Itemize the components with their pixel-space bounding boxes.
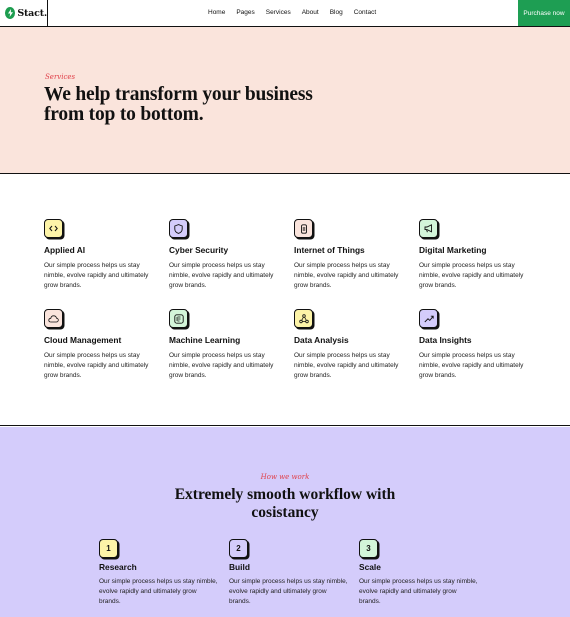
brand-name: Stact. (17, 7, 47, 19)
megaphone-icon (419, 219, 438, 238)
services-section: Applied AI Our simple process helps us s… (0, 175, 570, 426)
service-title: Cyber Security (169, 245, 229, 255)
service-card-iot[interactable]: Internet of Things Our simple process he… (294, 219, 404, 291)
nav-contact[interactable]: Contact (354, 9, 376, 16)
service-card-applied-ai[interactable]: Applied AI Our simple process helps us s… (44, 219, 154, 291)
service-card-digital-marketing[interactable]: Digital Marketing Our simple process hel… (419, 219, 529, 291)
service-card-data-analysis[interactable]: Data Analysis Our simple process helps u… (294, 309, 404, 381)
service-card-machine-learning[interactable]: Machine Learning Our simple process help… (169, 309, 279, 381)
service-desc: Our simple process helps us stay nimble,… (294, 352, 399, 379)
machine-icon (169, 309, 188, 328)
nav-blog[interactable]: Blog (330, 9, 343, 16)
step-card-build: 2 Build Our simple process helps us stay… (229, 539, 349, 607)
step-number: 2 (229, 539, 248, 558)
step-card-research: 1 Research Our simple process helps us s… (99, 539, 219, 607)
service-title: Cloud Management (44, 335, 122, 345)
service-title: Digital Marketing (419, 245, 487, 255)
service-desc: Our simple process helps us stay nimble,… (44, 352, 149, 379)
nav-home[interactable]: Home (208, 9, 225, 16)
service-title: Data Insights (419, 335, 472, 345)
hero-section: Services We help transform your business… (0, 27, 570, 174)
code-icon (44, 219, 63, 238)
shield-icon (169, 219, 188, 238)
nodes-icon (294, 309, 313, 328)
step-desc: Our simple process helps us stay nimble,… (229, 578, 348, 605)
nav-about[interactable]: About (302, 9, 319, 16)
service-card-data-insights[interactable]: Data Insights Our simple process helps u… (419, 309, 529, 381)
workflow-section: How we work Extremely smooth workflow wi… (0, 427, 570, 617)
service-title: Data Analysis (294, 335, 349, 345)
service-desc: Our simple process helps us stay nimble,… (44, 262, 149, 289)
service-title: Machine Learning (169, 335, 241, 345)
trend-icon (419, 309, 438, 328)
step-desc: Our simple process helps us stay nimble,… (359, 578, 478, 605)
top-navbar: Stact. Home Pages Services About Blog Co… (0, 0, 570, 27)
brand-logo[interactable]: Stact. (0, 0, 48, 26)
step-number: 3 (359, 539, 378, 558)
step-desc: Our simple process helps us stay nimble,… (99, 578, 218, 605)
service-title: Applied AI (44, 245, 86, 255)
service-card-cyber-security[interactable]: Cyber Security Our simple process helps … (169, 219, 279, 291)
workflow-eyebrow: How we work (260, 473, 310, 481)
device-icon (294, 219, 313, 238)
service-desc: Our simple process helps us stay nimble,… (419, 352, 524, 379)
service-desc: Our simple process helps us stay nimble,… (419, 262, 524, 289)
step-title: Research (99, 562, 137, 572)
purchase-button[interactable]: Purchase now (518, 0, 570, 26)
service-desc: Our simple process helps us stay nimble,… (169, 352, 274, 379)
nav-pages[interactable]: Pages (236, 9, 254, 16)
service-desc: Our simple process helps us stay nimble,… (294, 262, 399, 289)
hero-title: We help transform your business from top… (44, 84, 313, 125)
service-card-cloud-management[interactable]: Cloud Management Our simple process help… (44, 309, 154, 381)
nav-services[interactable]: Services (266, 9, 291, 16)
main-menu: Home Pages Services About Blog Contact (208, 9, 387, 16)
step-card-scale: 3 Scale Our simple process helps us stay… (359, 539, 479, 607)
step-title: Scale (359, 562, 381, 572)
hero-eyebrow: Services (45, 73, 76, 81)
bolt-icon (5, 7, 16, 19)
cloud-icon (44, 309, 63, 328)
step-title: Build (229, 562, 250, 572)
workflow-title: Extremely smooth workflow with cosistanc… (174, 486, 396, 521)
service-desc: Our simple process helps us stay nimble,… (169, 262, 274, 289)
service-title: Internet of Things (294, 245, 365, 255)
step-number: 1 (99, 539, 118, 558)
